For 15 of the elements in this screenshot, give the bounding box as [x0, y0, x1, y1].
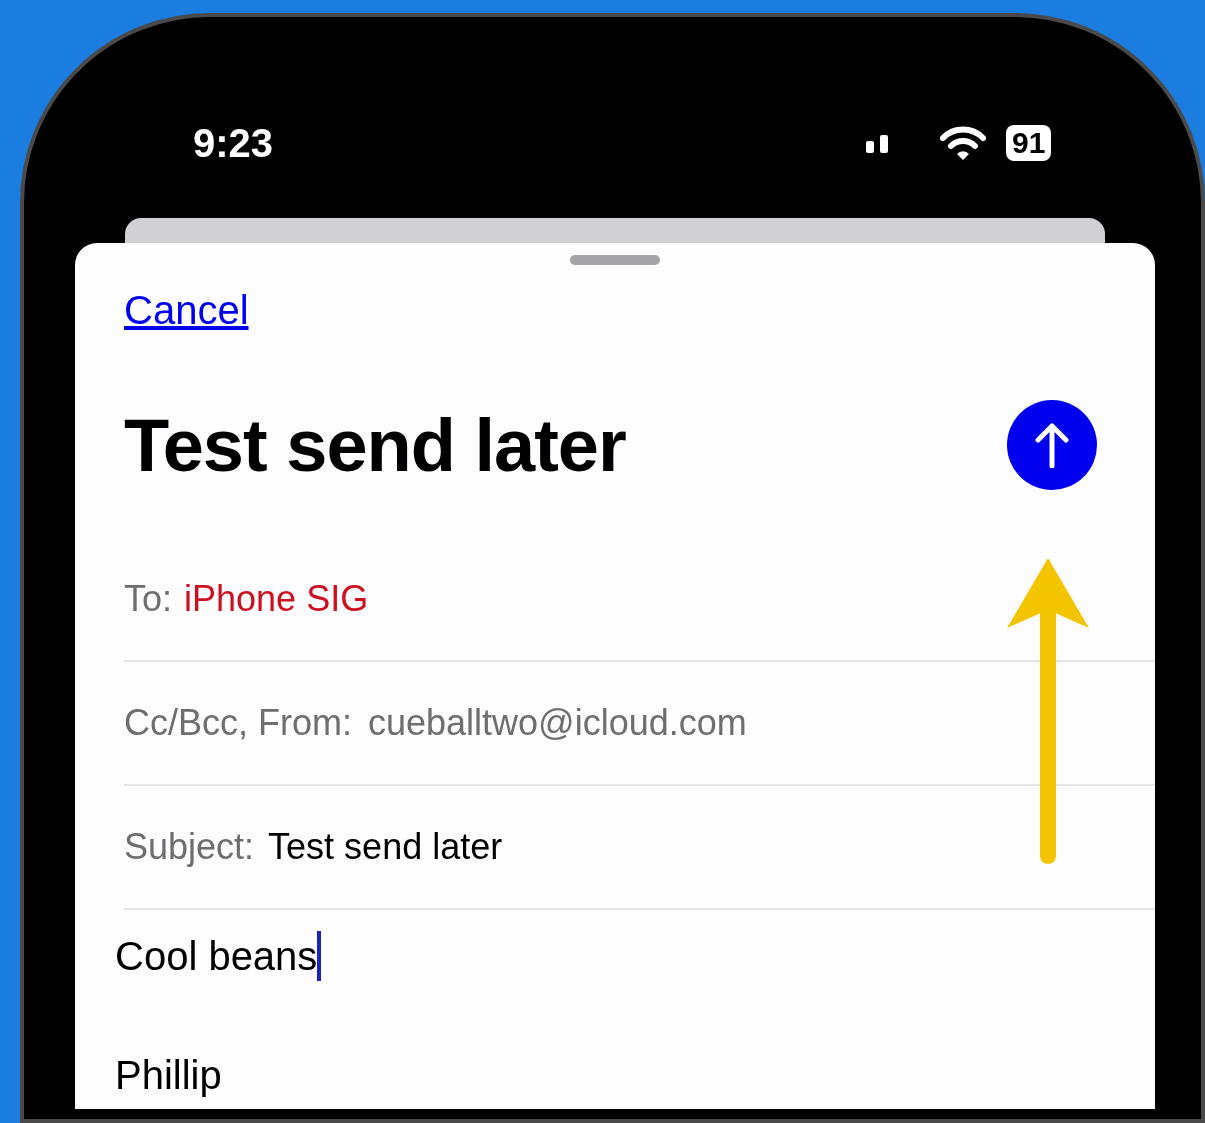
text-cursor: [317, 931, 322, 981]
recipient[interactable]: iPhone SIG: [184, 572, 369, 626]
to-label: To:: [124, 577, 173, 621]
cancel-link[interactable]: Cancel: [124, 287, 249, 333]
from-address[interactable]: cueballtwo@icloud.com: [368, 696, 747, 750]
subject-label: Subject:: [124, 825, 255, 869]
message-body-line[interactable]: Phillip: [115, 1045, 222, 1105]
up-arrow-icon: [1034, 422, 1070, 468]
battery-level: 91: [1006, 125, 1052, 161]
message-body-line[interactable]: Cool beans: [115, 926, 318, 986]
wifi-icon: [940, 126, 987, 160]
cc-from-label: Cc/Bcc, From:: [124, 701, 352, 745]
compose-title: Test send later: [124, 402, 626, 489]
subject-field[interactable]: Test send later: [268, 820, 503, 874]
status-time: 9:23: [193, 120, 274, 167]
